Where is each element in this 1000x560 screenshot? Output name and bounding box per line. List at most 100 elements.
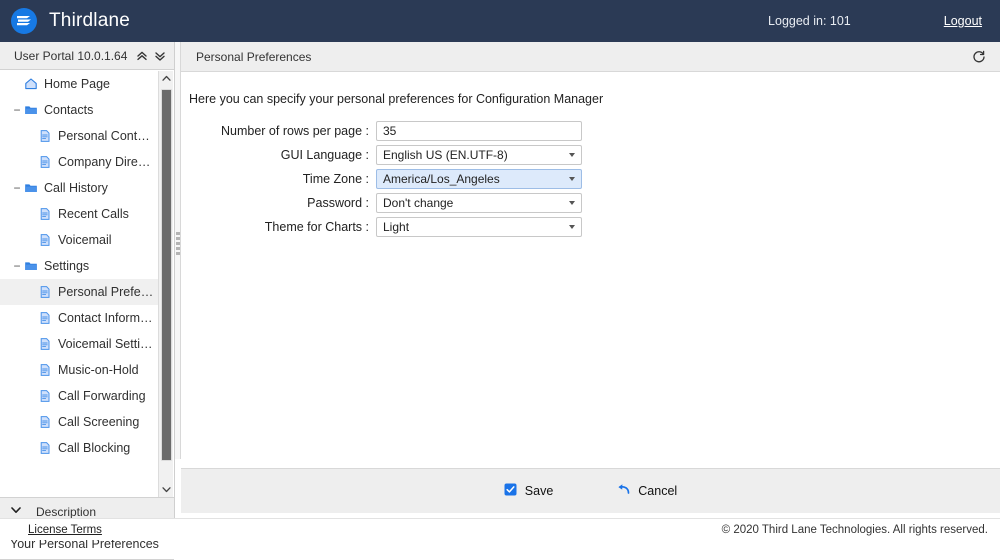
form-row: GUI Language : English US (EN.UTF-8)	[181, 144, 1000, 165]
scroll-up-arrow-icon[interactable]	[159, 71, 174, 86]
form-action-bar: Save Cancel	[181, 468, 1000, 513]
sidebar-item-recent-calls[interactable]: Recent Calls	[0, 201, 158, 227]
sidebar-item-label: Voicemail	[58, 233, 112, 247]
sidebar-item-call-history[interactable]: − Call History	[0, 175, 158, 201]
document-icon	[38, 155, 52, 169]
sidebar-item-home-page[interactable]: Home Page	[0, 71, 158, 97]
sidebar-item-personal-preferenc[interactable]: Personal Preferenc…	[0, 279, 158, 305]
sidebar-item-label: Music-on-Hold	[58, 363, 139, 377]
field-value: English US (EN.UTF-8)	[383, 147, 508, 162]
document-icon	[38, 389, 52, 403]
main-content: Personal Preferences Here you can specif…	[181, 42, 1000, 518]
copyright-text: © 2020 Third Lane Technologies. All righ…	[721, 523, 988, 536]
document-icon	[38, 285, 52, 299]
field-value: Don't change	[383, 195, 454, 210]
portal-header: User Portal 10.0.1.64	[0, 42, 174, 70]
sidebar-item-label: Company Directory	[58, 155, 154, 169]
field-label: GUI Language :	[280, 147, 369, 162]
save-check-icon	[504, 483, 517, 499]
select-gui-language[interactable]: English US (EN.UTF-8)	[376, 144, 582, 165]
document-icon	[38, 207, 52, 221]
refresh-icon[interactable]	[972, 50, 986, 64]
save-button[interactable]: Save	[504, 483, 553, 499]
logged-in-status: Logged in: 101	[768, 14, 851, 28]
sidebar-item-contact-information[interactable]: Contact Information	[0, 305, 158, 331]
undo-arrow-icon	[615, 483, 630, 499]
form-row: Number of rows per page : 35	[181, 120, 1000, 141]
body-area: User Portal 10.0.1.64 Home Page − Contacts…	[0, 42, 1000, 560]
field-value: America/Los_Angeles	[383, 171, 500, 186]
dropdown-caret-icon	[569, 176, 575, 181]
sidebar-item-voicemail-settings[interactable]: Voicemail Settings	[0, 331, 158, 357]
sidebar-item-call-forwarding[interactable]: Call Forwarding	[0, 383, 158, 409]
sidebar-item-label: Call History	[44, 181, 108, 195]
sidebar-item-voicemail[interactable]: Voicemail	[0, 227, 158, 253]
dropdown-caret-icon	[569, 200, 575, 205]
select-password[interactable]: Don't change	[376, 192, 582, 213]
sidebar-item-label: Settings	[44, 259, 90, 273]
tree-collapse-toggle[interactable]: −	[10, 260, 24, 272]
sidebar: User Portal 10.0.1.64 Home Page − Contacts…	[0, 42, 175, 560]
form-row: Password : Don't change	[181, 192, 1000, 213]
select-theme-for-charts[interactable]: Light	[376, 216, 582, 237]
logout-link[interactable]: Logout	[944, 14, 982, 28]
sidebar-item-settings[interactable]: − Settings	[0, 253, 158, 279]
sidebar-item-label: Home Page	[44, 77, 111, 91]
splitter-grip-icon	[176, 232, 180, 255]
select-time-zone[interactable]: America/Los_Angeles	[376, 168, 582, 189]
document-icon	[38, 363, 52, 377]
field-label: Time Zone :	[302, 171, 369, 186]
sidebar-item-call-blocking[interactable]: Call Blocking	[0, 435, 158, 461]
sidebar-item-call-screening[interactable]: Call Screening	[0, 409, 158, 435]
document-icon	[38, 311, 52, 325]
double-chevron-up-icon[interactable]	[136, 50, 148, 62]
app-header: Thirdlane Logged in: 101 Logout	[0, 0, 1000, 42]
dropdown-caret-icon	[569, 152, 575, 157]
navigation-tree: Home Page − Contacts Personal Contacts Compa…	[0, 71, 174, 497]
tree-collapse-toggle[interactable]: −	[10, 104, 24, 116]
sidebar-item-personal-contacts[interactable]: Personal Contacts	[0, 123, 158, 149]
sidebar-item-music-on-hold[interactable]: Music-on-Hold	[0, 357, 158, 383]
field-label: Theme for Charts :	[264, 219, 369, 234]
content-titlebar: Personal Preferences	[181, 42, 1000, 72]
document-icon	[38, 233, 52, 247]
scrollbar-thumb[interactable]	[161, 89, 172, 461]
form-intro-text: Here you can specify your personal prefe…	[189, 92, 604, 106]
document-icon	[38, 441, 52, 455]
sidebar-item-label: Contacts	[44, 103, 94, 117]
home-icon	[24, 77, 38, 91]
header-right-group: Logged in: 101 Logout	[768, 14, 1000, 28]
sidebar-item-label: Call Screening	[58, 415, 140, 429]
scroll-down-arrow-icon[interactable]	[159, 482, 174, 497]
field-value: Light	[383, 219, 410, 234]
sidebar-scrollbar[interactable]	[158, 71, 173, 497]
brand-name: Thirdlane	[49, 10, 131, 31]
preferences-form: Here you can specify your personal prefe…	[181, 73, 1000, 513]
double-chevron-down-icon[interactable]	[154, 50, 166, 62]
cancel-button[interactable]: Cancel	[615, 483, 677, 499]
sidebar-item-label: Personal Preferenc…	[58, 285, 154, 299]
sidebar-item-label: Call Blocking	[58, 441, 131, 455]
form-row: Theme for Charts : Light	[181, 216, 1000, 237]
sidebar-item-label: Voicemail Settings	[58, 337, 154, 351]
folder-icon	[24, 259, 38, 273]
dropdown-caret-icon	[569, 224, 575, 229]
tree-collapse-toggle[interactable]: −	[10, 182, 24, 194]
sidebar-item-label: Personal Contacts	[58, 129, 154, 143]
sidebar-item-company-directory[interactable]: Company Directory	[0, 149, 158, 175]
page-footer: License Terms © 2020 Third Lane Technolo…	[0, 518, 1000, 540]
document-icon	[38, 129, 52, 143]
license-terms-link[interactable]: License Terms	[28, 524, 102, 536]
input-number-of-rows-per-page[interactable]: 35	[376, 120, 582, 141]
sidebar-item-label: Call Forwarding	[58, 389, 146, 403]
cancel-button-label: Cancel	[638, 484, 678, 498]
thirdlane-logo-icon	[11, 8, 37, 34]
page-title: Personal Preferences	[196, 49, 312, 64]
portal-title: User Portal 10.0.1.64	[14, 48, 128, 63]
field-value: 35	[383, 123, 397, 138]
sidebar-item-label: Contact Information	[58, 311, 154, 325]
field-label: Number of rows per page :	[221, 123, 369, 138]
field-label: Password :	[307, 195, 369, 210]
sidebar-item-contacts[interactable]: − Contacts	[0, 97, 158, 123]
form-row: Time Zone : America/Los_Angeles	[181, 168, 1000, 189]
